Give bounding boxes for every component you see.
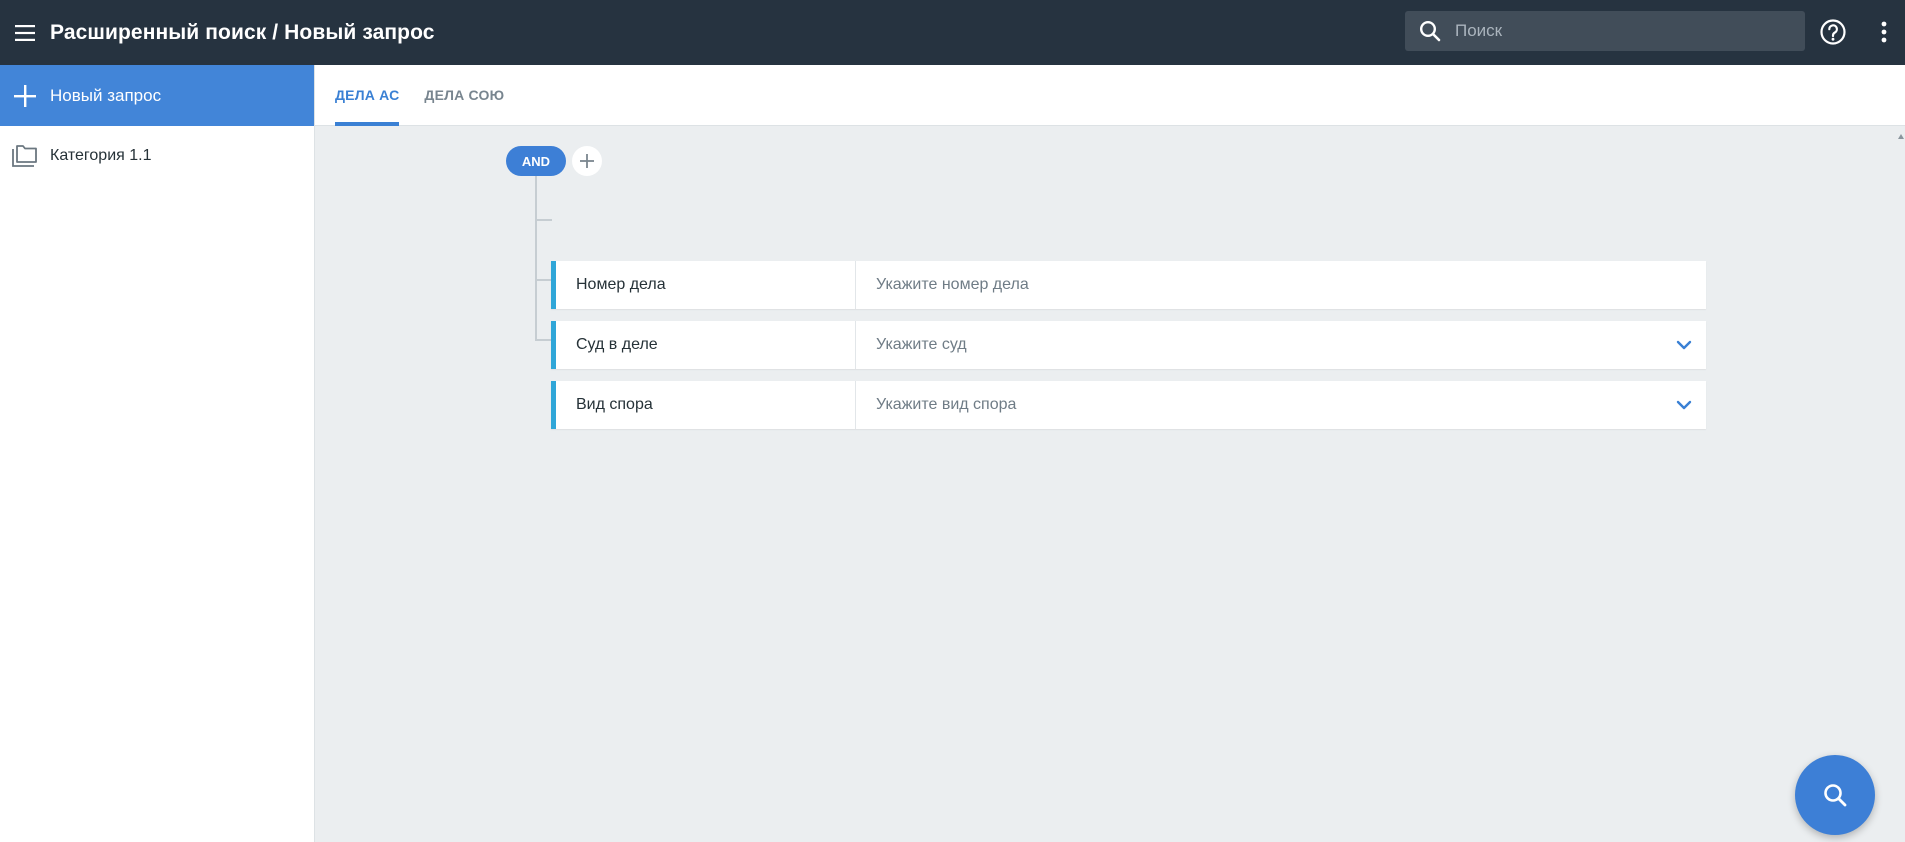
query-builder: AND Номер дела Суд в деле Укажите суд [506, 146, 1706, 429]
tab-dela-sou[interactable]: ДЕЛА СОЮ [424, 65, 504, 125]
search-fab-button[interactable] [1795, 755, 1875, 835]
sidebar-item-category[interactable]: Категория 1.1 [0, 126, 314, 186]
folder-icon [0, 145, 50, 167]
app: Расширенный поиск / Новый запрос Новый з… [0, 0, 1905, 842]
chevron-down-icon [1676, 340, 1692, 350]
rule-field-label[interactable]: Суд в деле [556, 321, 856, 369]
court-select[interactable]: Укажите суд [856, 321, 1706, 369]
tree-branch [535, 219, 552, 221]
rule-field-label[interactable]: Вид спора [556, 381, 856, 429]
tab-dela-as[interactable]: ДЕЛА АС [335, 65, 400, 126]
rule-value-case-number[interactable] [856, 261, 1706, 309]
page-title: Расширенный поиск / Новый запрос [50, 20, 435, 44]
new-query-label: Новый запрос [50, 85, 162, 105]
court-select-placeholder: Укажите суд [876, 336, 967, 353]
rule-row-court: Суд в деле Укажите суд [551, 321, 1706, 369]
main-area: ДЕЛА АС ДЕЛА СОЮ AND Номер дела Суд в де… [315, 65, 1905, 842]
tree-branch [535, 279, 552, 281]
new-query-button[interactable]: Новый запрос [0, 65, 314, 126]
scroll-up-arrow-icon[interactable] [1897, 132, 1905, 140]
dispute-type-select[interactable]: Укажите вид спора [856, 381, 1706, 429]
tree-connector [535, 176, 537, 341]
plus-icon [0, 84, 50, 107]
case-number-input[interactable] [876, 276, 1692, 294]
add-rule-button[interactable] [572, 146, 602, 176]
dispute-type-select-placeholder: Укажите вид спора [876, 396, 1017, 413]
sidebar: Новый запрос Категория 1.1 [0, 65, 315, 842]
search-box[interactable] [1405, 11, 1805, 51]
hamburger-menu-icon[interactable] [0, 0, 50, 65]
search-icon [1405, 11, 1455, 51]
plus-icon [580, 154, 594, 168]
rule-field-label[interactable]: Номер дела [556, 261, 856, 309]
search-icon [1824, 784, 1847, 807]
more-vertical-icon[interactable] [1872, 16, 1896, 48]
sidebar-item-label: Категория 1.1 [50, 147, 152, 164]
operator-and-button[interactable]: AND [506, 146, 566, 176]
tree-branch [535, 339, 552, 341]
help-circle-icon[interactable] [1817, 16, 1849, 48]
rule-row-case-number: Номер дела [551, 261, 1706, 309]
rule-row-dispute-type: Вид спора Укажите вид спора [551, 381, 1706, 429]
chevron-down-icon [1676, 400, 1692, 410]
search-input[interactable] [1455, 11, 1805, 51]
tab-bar: ДЕЛА АС ДЕЛА СОЮ [315, 65, 1905, 126]
top-bar: Расширенный поиск / Новый запрос [0, 0, 1905, 65]
